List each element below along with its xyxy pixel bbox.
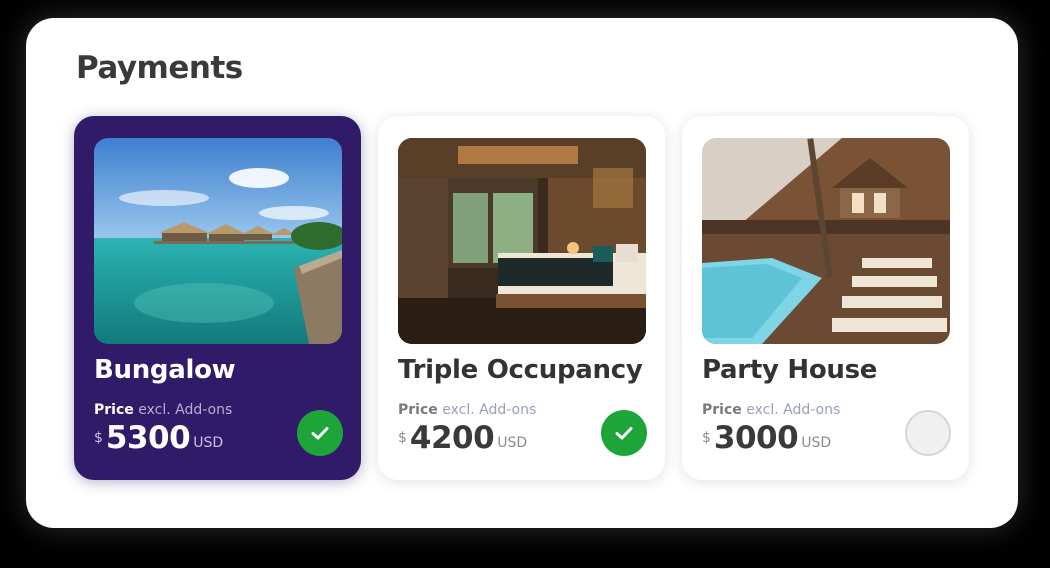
currency-unit: USD: [497, 435, 528, 451]
currency-unit: USD: [193, 435, 224, 451]
page-title: Payments: [76, 50, 243, 86]
check-icon: [615, 427, 633, 440]
currency-symbol: $: [398, 430, 407, 446]
price-word: Price: [398, 402, 438, 418]
price-note: excl. Add-ons: [138, 402, 233, 418]
currency-symbol: $: [94, 430, 103, 446]
room-card-triple-occupancy[interactable]: Triple Occupancy Price excl. Add-ons $42…: [378, 116, 665, 480]
room-card-bungalow[interactable]: Bungalow Price excl. Add-ons $5300 USD: [74, 116, 361, 480]
selection-toggle[interactable]: [297, 410, 343, 456]
card-title: Bungalow: [94, 355, 236, 385]
price-amount: 4200: [409, 420, 495, 456]
price-label: Price excl. Add-ons: [702, 402, 840, 418]
price-note: excl. Add-ons: [746, 402, 841, 418]
triple-occupancy-photo: [398, 138, 646, 344]
payments-panel: Payments Bungalow Price excl. Add-ons $5…: [26, 18, 1018, 528]
price-amount: 5300: [105, 420, 191, 456]
price-value: $5300 USD: [94, 420, 223, 460]
price-label: Price excl. Add-ons: [398, 402, 536, 418]
room-card-party-house[interactable]: Party House Price excl. Add-ons $3000 USD: [682, 116, 969, 480]
party-house-photo: [702, 138, 950, 344]
bungalow-photo: [94, 138, 342, 344]
check-icon: [311, 427, 329, 440]
price-label: Price excl. Add-ons: [94, 402, 232, 418]
price-amount: 3000: [713, 420, 799, 456]
price-word: Price: [702, 402, 742, 418]
currency-symbol: $: [702, 430, 711, 446]
price-value: $3000 USD: [702, 420, 831, 460]
price-value: $4200 USD: [398, 420, 527, 460]
price-word: Price: [94, 402, 134, 418]
selection-toggle[interactable]: [905, 410, 951, 456]
currency-unit: USD: [801, 435, 832, 451]
card-title: Party House: [702, 355, 878, 385]
selection-toggle[interactable]: [601, 410, 647, 456]
price-note: excl. Add-ons: [442, 402, 537, 418]
card-title: Triple Occupancy: [398, 355, 643, 385]
